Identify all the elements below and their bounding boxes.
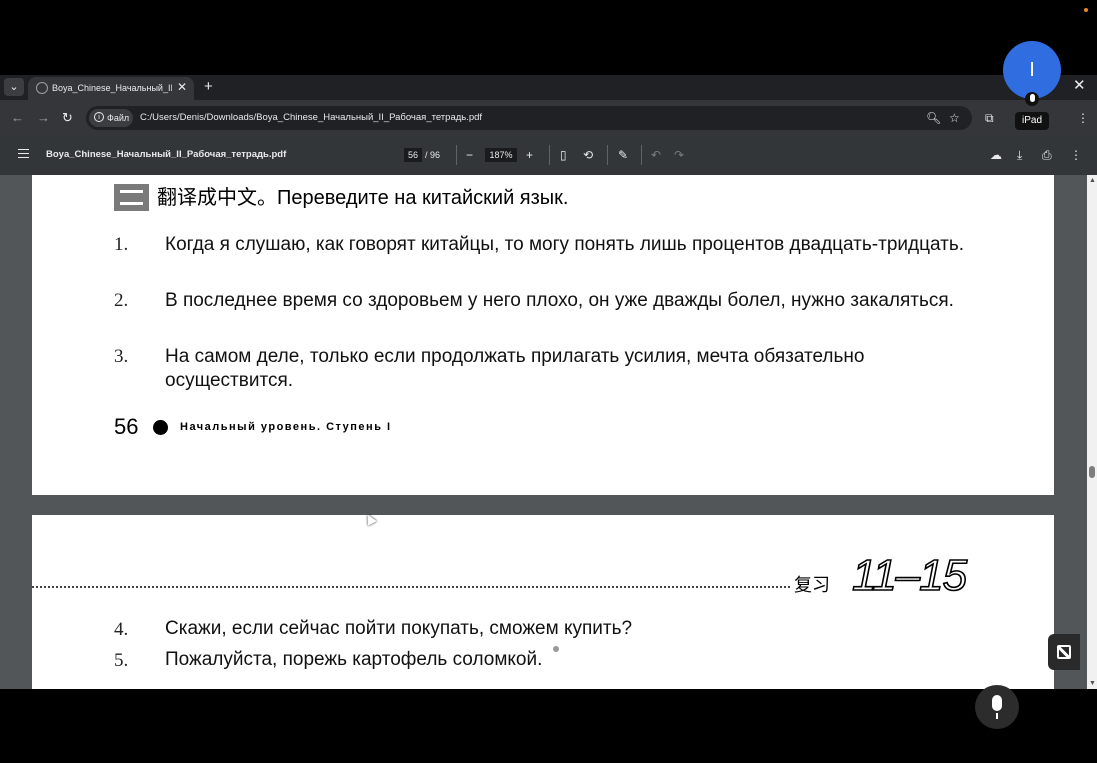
item-number: 2. (114, 290, 129, 311)
page-total: / 96 (425, 150, 441, 160)
exercise-item: На самом деле, только если продолжать пр… (165, 346, 865, 391)
undo-icon[interactable]: ↶ (651, 147, 661, 163)
menu-icon[interactable]: ⋮ (1077, 110, 1089, 126)
annotate-icon[interactable]: ✎ (618, 147, 628, 163)
microphone-button[interactable] (975, 685, 1019, 729)
print-icon[interactable]: ⎙ (1042, 147, 1052, 163)
pointer-dot (553, 646, 559, 652)
divider (456, 145, 457, 165)
divider (549, 145, 550, 165)
scrollbar[interactable] (1087, 175, 1097, 689)
section-title: 翻译成中文。Переведите на китайский язык. (157, 187, 569, 209)
zoom-icon[interactable]: 🔍︎ (926, 110, 941, 126)
scroll-up-icon[interactable]: ▲ (1089, 177, 1096, 185)
globe-icon (36, 82, 48, 94)
scroll-down-icon[interactable]: ▼ (1089, 680, 1096, 688)
tab-title: Boya_Chinese_Начальный_II_Р (52, 83, 172, 93)
zoom-out-icon[interactable]: − (466, 147, 473, 163)
review-label: 复习 (794, 575, 830, 595)
page-number: 56 (114, 414, 139, 439)
pdf-page (32, 175, 1054, 495)
forward-icon[interactable]: → (37, 110, 50, 126)
annotate-pencil-button[interactable] (1048, 634, 1080, 670)
status-indicator (1084, 8, 1088, 12)
microphone-icon (1025, 92, 1039, 106)
exercise-item: Пожалуйста, порежь картофель соломкой. (165, 649, 543, 670)
more-options-icon[interactable]: ⋮ (1070, 147, 1082, 163)
info-icon: i (94, 112, 104, 122)
item-number: 1. (114, 234, 129, 255)
page-number-input[interactable]: 56 (404, 148, 422, 162)
item-number: 3. (114, 346, 129, 367)
scrollbar-thumb[interactable] (1089, 466, 1095, 478)
download-icon[interactable]: ⤓ (1017, 147, 1022, 163)
sidebar-menu-icon[interactable] (18, 149, 29, 158)
new-tab-button[interactable]: + (204, 79, 213, 95)
star-icon[interactable]: ☆ (949, 110, 960, 126)
item-number: 5. (114, 650, 129, 671)
device-label: iPad (1015, 112, 1049, 130)
exercise-item: Скажи, если сейчас пойти покупать, сможе… (165, 618, 633, 639)
item-number: 4. (114, 619, 129, 640)
tab-close-icon[interactable]: ✕ (177, 80, 187, 94)
avatar[interactable]: I (1003, 41, 1061, 99)
divider (607, 145, 608, 165)
redo-icon[interactable]: ↷ (674, 147, 684, 163)
tab-search-icon[interactable]: ⌄ (4, 78, 24, 96)
zoom-input[interactable]: 187% (485, 148, 517, 162)
pdf-filename: Boya_Chinese_Начальный_II_Рабочая_тетрад… (46, 149, 287, 160)
exercise-item: Когда я слушаю, как говорят китайцы, то … (165, 234, 964, 255)
exercise-item: В последнее время со здоровьем у него пл… (165, 290, 954, 311)
page-footer: Начальный уровень. Ступень I (180, 421, 392, 433)
save-to-drive-icon[interactable]: ☁ (990, 147, 1002, 163)
rotate-icon[interactable]: ⟲ (583, 147, 593, 163)
fit-page-icon[interactable]: ▯ (560, 147, 567, 163)
site-info-label: Файл (107, 113, 130, 123)
divider (641, 145, 642, 165)
bullet-icon (153, 420, 168, 435)
zoom-in-icon[interactable]: + (526, 147, 533, 163)
dotted-rule (32, 586, 790, 588)
url-text[interactable]: C:/Users/Denis/Downloads/Boya_Chinese_На… (140, 112, 482, 124)
reload-icon[interactable]: ↻ (62, 110, 73, 126)
section-number-icon (114, 184, 149, 211)
review-range: 11–15 (851, 551, 968, 601)
window-close-icon[interactable]: ✕ (1073, 78, 1086, 94)
back-icon[interactable]: ← (11, 110, 24, 126)
extensions-icon[interactable]: ⧉ (985, 110, 994, 126)
